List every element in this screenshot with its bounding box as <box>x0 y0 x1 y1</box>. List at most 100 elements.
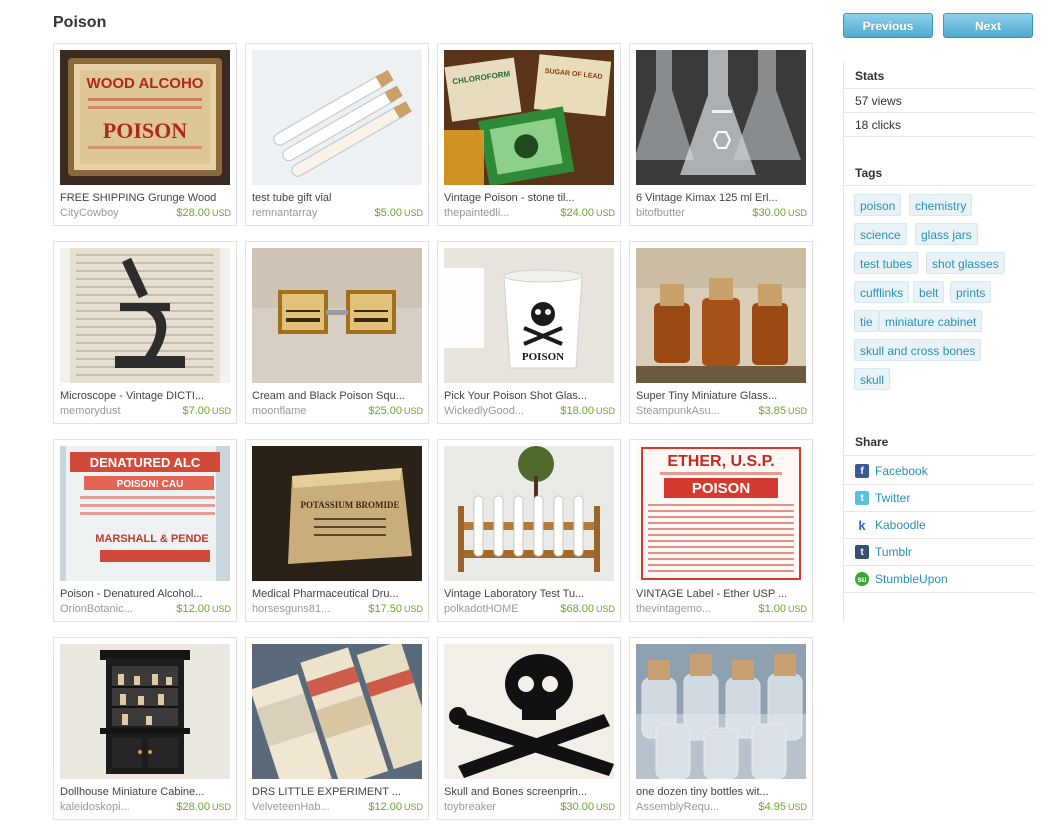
item-thumbnail[interactable]: POISON <box>444 248 614 383</box>
tag[interactable]: miniature cabinet <box>879 310 983 332</box>
share-label: StumbleUpon <box>875 572 948 586</box>
item-title[interactable]: VINTAGE Label - Ether USP ... <box>636 588 810 600</box>
item-card[interactable]: Microscope - Vintage DICTI... memorydust… <box>53 241 237 424</box>
item-thumbnail[interactable] <box>636 644 806 779</box>
share-tumblr[interactable]: t Tumblr <box>844 539 1034 566</box>
item-shop[interactable]: thevintagemo... <box>636 603 711 615</box>
item-title[interactable]: FREE SHIPPING Grunge Wood <box>60 192 234 204</box>
item-thumbnail[interactable] <box>444 644 614 779</box>
item-thumbnail[interactable] <box>636 50 806 185</box>
item-title[interactable]: Cream and Black Poison Squ... <box>252 390 426 402</box>
share-kaboodle[interactable]: k Kaboodle <box>844 512 1034 539</box>
item-thumbnail[interactable] <box>636 248 806 383</box>
item-price: $17.50 USD <box>368 603 423 615</box>
tag[interactable]: tie <box>854 310 879 332</box>
item-price: $4.95 USD <box>758 801 807 813</box>
item-title[interactable]: Vintage Laboratory Test Tu... <box>444 588 618 600</box>
item-shop[interactable]: VelveteenHab... <box>252 801 330 813</box>
tag[interactable]: science <box>854 223 907 245</box>
item-card[interactable]: Cream and Black Poison Squ... moonflame … <box>245 241 429 424</box>
item-thumbnail[interactable] <box>444 446 614 581</box>
item-shop[interactable]: remnantarray <box>252 207 317 219</box>
item-thumbnail[interactable] <box>252 644 422 779</box>
item-thumbnail[interactable] <box>252 50 422 185</box>
item-title[interactable]: Pick Your Poison Shot Glas... <box>444 390 618 402</box>
item-shop[interactable]: horsesguns81... <box>252 603 330 615</box>
item-card[interactable]: DENATURED ALC POISON! CAU MARSHALL & PEN… <box>53 439 237 622</box>
item-shop[interactable]: thepaintedli... <box>444 207 509 219</box>
item-shop[interactable]: WickedlyGood... <box>444 405 524 417</box>
divider <box>844 455 1034 456</box>
item-card[interactable]: one dozen tiny bottles wit... AssemblyRe… <box>629 637 813 820</box>
item-thumbnail[interactable] <box>60 644 230 779</box>
item-title[interactable]: Poison - Denatured Alcohol... <box>60 588 234 600</box>
share-stumbleupon[interactable]: su StumbleUpon <box>844 566 1034 593</box>
price-value: $24.00 <box>560 207 594 219</box>
tag[interactable]: shot glasses <box>926 252 1005 274</box>
tag[interactable]: cufflinks <box>854 281 910 303</box>
next-button[interactable]: Next <box>943 13 1033 38</box>
item-thumbnail[interactable]: ETHER, U.S.P. POISON <box>636 446 806 581</box>
item-thumbnail[interactable]: WOOD ALCOHO POISON <box>60 50 230 185</box>
item-price: $12.00 USD <box>368 801 423 813</box>
item-shop[interactable]: CityCowboy <box>60 207 119 219</box>
item-shop[interactable]: AssemblyRequ... <box>636 801 719 813</box>
item-thumbnail[interactable]: CHLOROFORM SUGAR OF LEAD <box>444 50 614 185</box>
item-shop[interactable]: moonflame <box>252 405 306 417</box>
item-thumbnail[interactable]: POTASSIUM BROMIDE <box>252 446 422 581</box>
item-card[interactable]: Super Tiny Miniature Glass... SteampunkA… <box>629 241 813 424</box>
price-value: $4.95 <box>758 801 786 813</box>
item-shop[interactable]: OrionBotanic... <box>60 603 133 615</box>
item-card[interactable]: POISON Pick Your Poison Shot Glas... Wic… <box>437 241 621 424</box>
item-thumbnail[interactable] <box>60 248 230 383</box>
tag[interactable]: belt <box>913 281 945 303</box>
potassium-label: POTASSIUM BROMIDE <box>300 500 399 510</box>
item-card[interactable]: Vintage Laboratory Test Tu... polkadotHO… <box>437 439 621 622</box>
item-card[interactable]: POTASSIUM BROMIDE Medical Pharmaceutical… <box>245 439 429 622</box>
item-title[interactable]: test tube gift vial <box>252 192 426 204</box>
item-thumbnail[interactable] <box>252 248 422 383</box>
item-card[interactable]: 6 Vintage Kimax 125 ml Erl... bitofbutte… <box>629 43 813 226</box>
facebook-icon: f <box>855 464 869 478</box>
price-value: $12.00 <box>176 603 210 615</box>
item-card[interactable]: CHLOROFORM SUGAR OF LEAD Vintage Poison … <box>437 43 621 226</box>
item-title[interactable]: Vintage Poison - stone til... <box>444 192 618 204</box>
share-twitter[interactable]: t Twitter <box>844 485 1034 512</box>
item-title[interactable]: Skull and Bones screenprin... <box>444 786 618 798</box>
tag[interactable]: chemistry <box>909 194 973 216</box>
price-value: $17.50 <box>368 603 402 615</box>
item-card[interactable]: WOOD ALCOHO POISON FREE SHIPPING Grunge … <box>53 43 237 226</box>
page-title: Poison <box>53 14 107 31</box>
item-card[interactable]: test tube gift vial remnantarray $5.00 US… <box>245 43 429 226</box>
item-shop[interactable]: toybreaker <box>444 801 496 813</box>
price-currency: USD <box>403 802 423 812</box>
item-card[interactable]: Skull and Bones screenprin... toybreaker… <box>437 637 621 820</box>
tag[interactable]: skull <box>854 368 891 390</box>
tag[interactable]: test tubes <box>854 252 919 274</box>
item-shop[interactable]: bitofbutter <box>636 207 685 219</box>
price-value: $18.00 <box>560 405 594 417</box>
item-title[interactable]: Medical Pharmaceutical Dru... <box>252 588 426 600</box>
item-title[interactable]: Dollhouse Miniature Cabine... <box>60 786 234 798</box>
item-title[interactable]: Super Tiny Miniature Glass... <box>636 390 810 402</box>
tag[interactable]: skull and cross bones <box>854 339 982 361</box>
item-title[interactable]: Microscope - Vintage DICTI... <box>60 390 234 402</box>
item-title[interactable]: DRS LITTLE EXPERIMENT ... <box>252 786 426 798</box>
item-card[interactable]: Dollhouse Miniature Cabine... kaleidosko… <box>53 637 237 820</box>
item-shop[interactable]: memorydust <box>60 405 121 417</box>
tag[interactable]: glass jars <box>915 223 978 245</box>
item-card[interactable]: DRS LITTLE EXPERIMENT ... VelveteenHab..… <box>245 637 429 820</box>
item-shop[interactable]: polkadotHOME <box>444 603 519 615</box>
item-price: $1.00 USD <box>758 603 807 615</box>
item-shop[interactable]: SteampunkAsu... <box>636 405 720 417</box>
item-shop[interactable]: kaleidoskopi... <box>60 801 130 813</box>
stats-views: 57 views <box>844 89 1034 113</box>
item-card[interactable]: ETHER, U.S.P. POISON VINTAGE Label - Eth… <box>629 439 813 622</box>
item-thumbnail[interactable]: DENATURED ALC POISON! CAU MARSHALL & PEN… <box>60 446 230 581</box>
item-title[interactable]: one dozen tiny bottles wit... <box>636 786 810 798</box>
share-facebook[interactable]: f Facebook <box>844 458 1034 485</box>
item-title[interactable]: 6 Vintage Kimax 125 ml Erl... <box>636 192 810 204</box>
tag[interactable]: poison <box>854 194 902 216</box>
tag[interactable]: prints <box>950 281 992 303</box>
previous-button[interactable]: Previous <box>843 13 933 38</box>
